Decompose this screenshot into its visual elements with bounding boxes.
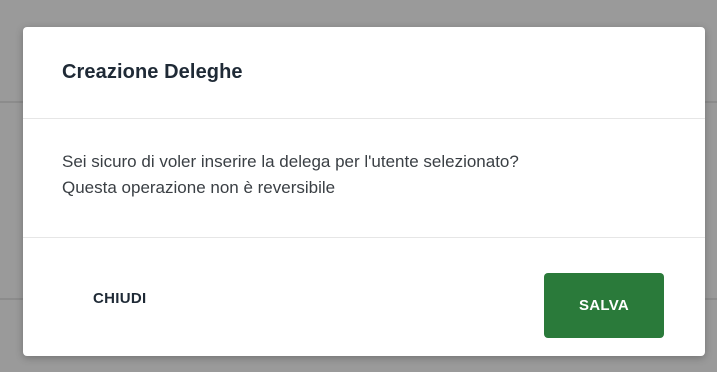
dialog-body: Sei sicuro di voler inserire la delega p… [23, 119, 705, 238]
dialog-message-line-2: Questa operazione non è reversibile [62, 178, 336, 197]
close-button[interactable]: CHIUDI [75, 284, 164, 313]
save-button[interactable]: SALVA [544, 273, 664, 338]
confirmation-dialog: Creazione Deleghe Sei sicuro di voler in… [23, 27, 705, 356]
dialog-footer: CHIUDI SALVA [23, 238, 705, 356]
dialog-message-line-1: Sei sicuro di voler inserire la delega p… [62, 152, 519, 171]
dialog-title: Creazione Deleghe [62, 61, 243, 83]
dialog-header: Creazione Deleghe [23, 27, 705, 119]
